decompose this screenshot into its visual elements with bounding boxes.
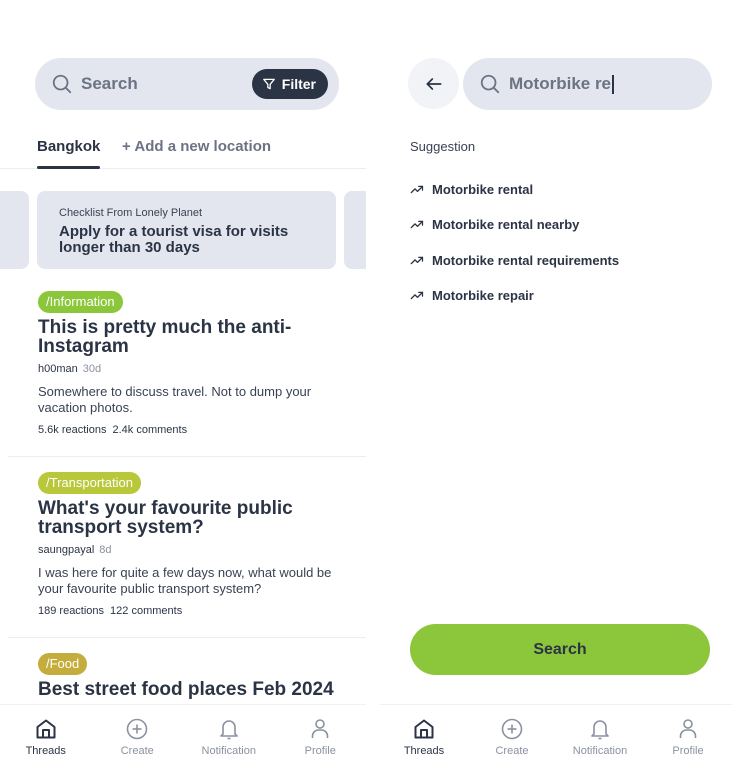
post-stats: 189 reactions 122 comments [38, 605, 366, 617]
post-comments: 122 comments [110, 605, 183, 617]
nav-label: Notification [201, 745, 256, 757]
nav-threads[interactable]: Threads [0, 705, 92, 779]
bell-icon [591, 720, 609, 740]
search-input[interactable]: Motorbike re [463, 58, 712, 110]
post-stats: 5.6k reactions 2.4k comments [38, 424, 366, 436]
search-icon [52, 74, 72, 94]
trending-icon [410, 256, 424, 264]
suggestion-list: Motorbike rental Motorbike rental nearby… [410, 172, 619, 314]
location-tabs: Bangkok + Add a new location [0, 136, 366, 169]
bell-icon [219, 720, 238, 740]
home-icon [414, 719, 434, 739]
post-author[interactable]: h00man [38, 363, 78, 375]
search-placeholder: Search [81, 74, 138, 93]
search-screen: Motorbike re Suggestion Motorbike rental… [380, 0, 732, 779]
filter-icon [262, 78, 275, 90]
post-item[interactable]: /Information This is pretty much the ant… [8, 291, 366, 457]
search-bar[interactable]: Search Filter [35, 58, 339, 110]
nav-label: Profile [672, 745, 704, 757]
post-tag[interactable]: /Information [38, 291, 123, 313]
post-body: Somewhere to discuss travel. Not to dump… [38, 384, 312, 415]
post-title[interactable]: Best street food places Feb 2024 [38, 680, 358, 699]
nav-label: Create [495, 745, 529, 757]
suggestion-label: Motorbike rental nearby [432, 217, 580, 233]
user-icon [311, 719, 329, 738]
add-location-tab[interactable]: + Add a new location [122, 138, 271, 155]
nav-label: Threads [403, 745, 445, 757]
post-tag[interactable]: /Food [38, 653, 88, 675]
back-button[interactable] [408, 58, 459, 109]
nav-label: Create [120, 745, 154, 757]
carousel-card-next[interactable] [344, 191, 366, 269]
suggestion-item[interactable]: Motorbike rental [410, 171, 619, 208]
post-reactions: 189 reactions [38, 605, 105, 617]
card-eyebrow: Checklist From Lonely Planet [59, 207, 203, 219]
checklist-card[interactable]: Checklist From Lonely Planet Apply for a… [37, 191, 336, 269]
carousel-card-previous[interactable] [0, 191, 29, 269]
post-age: 8d [99, 544, 112, 556]
suggestion-label: Motorbike rental requirements [432, 252, 620, 268]
bottom-navigation: Threads Create Notification Profile [380, 704, 732, 779]
card-title: Apply for a tourist visa for visits long… [59, 223, 289, 256]
post-title[interactable]: This is pretty much the anti-Instagram [38, 318, 328, 356]
arrow-left-icon [426, 77, 441, 90]
filter-button[interactable]: Filter [251, 69, 328, 99]
trending-icon [410, 292, 424, 300]
search-button[interactable]: Search [410, 624, 710, 675]
nav-create[interactable]: Create [468, 705, 556, 779]
search-query: Motorbike re [509, 74, 612, 93]
user-icon [679, 719, 697, 738]
plus-circle-icon [501, 718, 523, 740]
nav-label: Threads [25, 745, 66, 757]
nav-notification[interactable]: Notification [183, 705, 275, 779]
search-icon [480, 74, 500, 94]
plus-circle-icon [126, 718, 148, 740]
trending-icon [410, 221, 424, 229]
suggestion-heading: Suggestion [410, 139, 476, 154]
suggestion-label: Motorbike rental [432, 181, 534, 197]
home-icon [36, 719, 56, 739]
suggestion-item[interactable]: Motorbike rental nearby [410, 207, 619, 244]
bottom-navigation: Threads Create Notification Profile [0, 704, 366, 779]
nav-threads[interactable]: Threads [380, 705, 468, 779]
post-item[interactable]: /Transportation What's your favourite pu… [8, 472, 366, 638]
post-meta: saungpayal 8d [38, 544, 366, 556]
nav-create[interactable]: Create [92, 705, 184, 779]
suggestion-label: Motorbike repair [432, 288, 534, 304]
suggestion-item[interactable]: Motorbike repair [410, 278, 619, 315]
post-tag[interactable]: /Transportation [38, 472, 141, 494]
tab-bangkok[interactable]: Bangkok [37, 138, 101, 169]
filter-label: Filter [281, 76, 316, 92]
suggestion-item[interactable]: Motorbike rental requirements [410, 242, 619, 279]
post-body: I was here for quite a few days now, wha… [38, 565, 332, 596]
nav-notification[interactable]: Notification [556, 705, 644, 779]
post-age: 30d [82, 363, 102, 375]
nav-profile[interactable]: Profile [275, 705, 367, 779]
nav-label: Notification [572, 745, 628, 757]
post-meta: h00man 30d [38, 363, 366, 375]
nav-profile[interactable]: Profile [644, 705, 732, 779]
post-title[interactable]: What's your favourite public transport s… [38, 499, 328, 537]
checklist-carousel: Checklist From Lonely Planet Apply for a… [0, 191, 366, 269]
threads-feed-screen: Search Filter Bangkok + Add a new locati… [0, 0, 366, 779]
post-author[interactable]: saungpayal [38, 544, 94, 556]
nav-label: Profile [304, 745, 336, 757]
trending-icon [410, 185, 424, 193]
text-cursor [612, 74, 615, 94]
post-reactions: 5.6k reactions [38, 424, 107, 436]
post-comments: 2.4k comments [112, 424, 188, 436]
